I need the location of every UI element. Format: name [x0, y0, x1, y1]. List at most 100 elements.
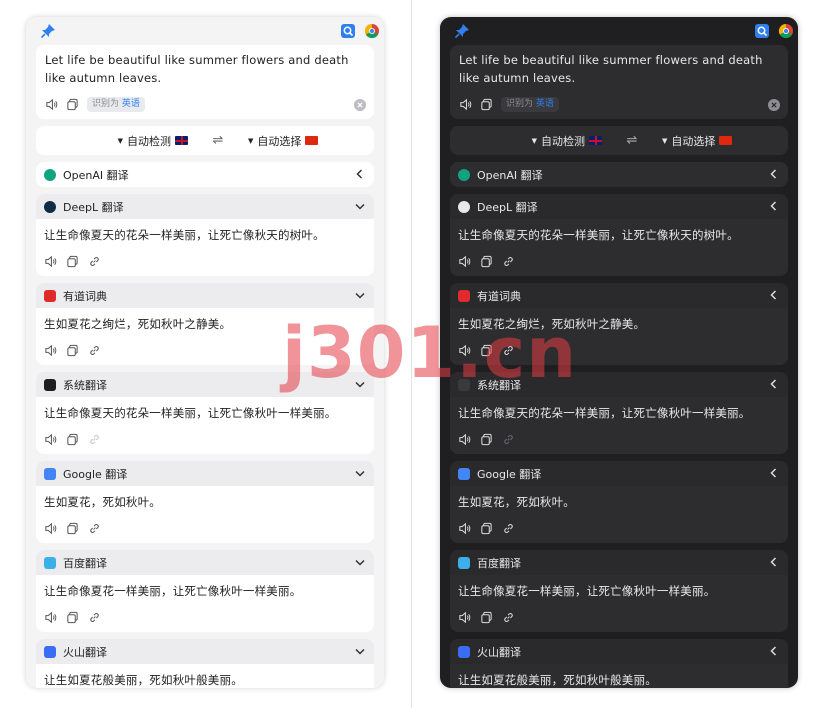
- chevron-left-icon[interactable]: [768, 200, 780, 212]
- caret-down-icon: ▼: [531, 136, 537, 145]
- translator-card-deepl: DeepL 翻译 让生命像夏天的花朵一样美丽，让死亡像秋天的树叶。: [36, 194, 374, 276]
- copy-icon[interactable]: [66, 611, 79, 624]
- translation-result[interactable]: 让生如夏花般美丽，死如秋叶般美丽。: [458, 672, 780, 688]
- translator-header[interactable]: DeepL 翻译: [450, 194, 788, 219]
- detected-language-badge: 识别为 英语: [87, 97, 145, 112]
- speaker-icon[interactable]: [44, 433, 57, 446]
- chevron-down-icon[interactable]: [354, 645, 366, 657]
- copy-icon[interactable]: [480, 522, 493, 535]
- chevron-left-icon[interactable]: [768, 645, 780, 657]
- translation-result[interactable]: 让生命像夏花一样美丽，让死亡像秋叶一样美丽。: [458, 583, 780, 599]
- chevron-left-icon[interactable]: [768, 556, 780, 568]
- clear-input-icon[interactable]: [354, 99, 366, 111]
- source-input-card[interactable]: Let life be beautiful like summer flower…: [36, 45, 374, 119]
- chevron-left-icon[interactable]: [768, 378, 780, 390]
- translator-header[interactable]: 火山翻译: [36, 639, 374, 664]
- link-icon[interactable]: [88, 255, 101, 268]
- copy-icon[interactable]: [480, 611, 493, 624]
- copy-icon[interactable]: [66, 255, 79, 268]
- link-icon[interactable]: [502, 611, 515, 624]
- translator-header[interactable]: 有道词典: [450, 283, 788, 308]
- chevron-down-icon[interactable]: [354, 289, 366, 301]
- openai-logo-icon: [44, 168, 56, 181]
- source-text[interactable]: Let life be beautiful like summer flower…: [459, 51, 779, 87]
- translator-card-baidu: 百度翻译 让生命像夏花一样美丽，让死亡像秋叶一样美丽。: [450, 550, 788, 632]
- translation-result[interactable]: 生如夏花，死如秋叶。: [44, 494, 366, 510]
- chevron-left-icon[interactable]: [768, 289, 780, 301]
- speaker-icon[interactable]: [45, 98, 58, 111]
- translator-header[interactable]: 百度翻译: [450, 550, 788, 575]
- translator-header[interactable]: Google 翻译: [36, 461, 374, 486]
- chrome-icon[interactable]: [364, 23, 380, 39]
- title-bar: [450, 17, 793, 45]
- google-translate-logo-icon: [44, 467, 56, 480]
- speaker-icon[interactable]: [44, 344, 57, 357]
- translator-card-openai: OpenAI 翻译: [36, 162, 374, 187]
- chrome-icon[interactable]: [778, 23, 794, 39]
- link-icon[interactable]: [502, 522, 515, 535]
- translator-header[interactable]: 百度翻译: [36, 550, 374, 575]
- translation-result[interactable]: 让生命像夏天的花朵一样美丽，让死亡像秋天的树叶。: [458, 227, 780, 243]
- link-icon[interactable]: [88, 611, 101, 624]
- translator-header[interactable]: DeepL 翻译: [36, 194, 374, 219]
- translator-header[interactable]: OpenAI 翻译: [450, 162, 788, 187]
- speaker-icon[interactable]: [44, 255, 57, 268]
- link-icon[interactable]: [502, 255, 515, 268]
- translation-result[interactable]: 让生命像夏天的花朵一样美丽，让死亡像秋叶一样美丽。: [44, 405, 366, 421]
- copy-icon[interactable]: [66, 98, 79, 111]
- screenshot-ocr-icon[interactable]: [340, 23, 356, 39]
- pin-icon[interactable]: [40, 23, 56, 39]
- target-language-select[interactable]: ▼ 自动选择: [248, 133, 319, 149]
- clear-input-icon[interactable]: [768, 99, 780, 111]
- speaker-icon[interactable]: [44, 611, 57, 624]
- source-language-select[interactable]: ▼ 自动检测: [36, 133, 188, 149]
- speaker-icon[interactable]: [458, 255, 471, 268]
- translation-result[interactable]: 让生命像夏天的花朵一样美丽，让死亡像秋叶一样美丽。: [458, 405, 780, 421]
- pin-icon[interactable]: [454, 23, 470, 39]
- translation-result[interactable]: 让生如夏花般美丽，死如秋叶般美丽。: [44, 672, 366, 688]
- translator-header[interactable]: OpenAI 翻译: [36, 162, 374, 187]
- detected-language-badge: 识别为 英语: [501, 97, 559, 112]
- translation-result[interactable]: 生如夏花，死如秋叶。: [458, 494, 780, 510]
- translator-card-openai: OpenAI 翻译: [450, 162, 788, 187]
- swap-languages-button[interactable]: ⇌: [619, 133, 645, 148]
- copy-icon[interactable]: [66, 344, 79, 357]
- source-input-card[interactable]: Let life be beautiful like summer flower…: [450, 45, 788, 119]
- chevron-down-icon[interactable]: [354, 556, 366, 568]
- translation-result[interactable]: 让生命像夏天的花朵一样美丽，让死亡像秋天的树叶。: [44, 227, 366, 243]
- youdao-logo-icon: [458, 289, 470, 302]
- speaker-icon[interactable]: [458, 611, 471, 624]
- google-translate-logo-icon: [458, 467, 470, 480]
- speaker-icon[interactable]: [458, 433, 471, 446]
- copy-icon[interactable]: [480, 98, 493, 111]
- caret-down-icon: ▼: [248, 136, 254, 145]
- copy-icon[interactable]: [480, 255, 493, 268]
- source-language-select[interactable]: ▼ 自动检测: [450, 133, 602, 149]
- link-icon[interactable]: [88, 522, 101, 535]
- copy-icon[interactable]: [66, 433, 79, 446]
- uk-flag-icon: [175, 136, 188, 145]
- language-selector-bar: ▼ 自动检测 ⇌ ▼ 自动选择: [36, 126, 374, 155]
- translator-header[interactable]: 有道词典: [36, 283, 374, 308]
- china-flag-icon: [305, 136, 319, 145]
- chevron-down-icon[interactable]: [354, 467, 366, 479]
- copy-icon[interactable]: [480, 433, 493, 446]
- translation-result[interactable]: 让生命像夏花一样美丽，让死亡像秋叶一样美丽。: [44, 583, 366, 599]
- target-language-select[interactable]: ▼ 自动选择: [662, 133, 733, 149]
- link-icon[interactable]: [88, 344, 101, 357]
- source-text[interactable]: Let life be beautiful like summer flower…: [45, 51, 365, 87]
- speaker-icon[interactable]: [458, 522, 471, 535]
- speaker-icon[interactable]: [44, 522, 57, 535]
- link-icon-disabled: [90, 435, 99, 444]
- copy-icon[interactable]: [66, 522, 79, 535]
- deepl-logo-icon: [44, 200, 56, 213]
- swap-languages-button[interactable]: ⇌: [205, 133, 231, 148]
- speaker-icon[interactable]: [459, 98, 472, 111]
- chevron-down-icon[interactable]: [354, 200, 366, 212]
- translator-header[interactable]: Google 翻译: [450, 461, 788, 486]
- screenshot-ocr-icon[interactable]: [754, 23, 770, 39]
- chevron-left-icon[interactable]: [354, 168, 366, 180]
- chevron-left-icon[interactable]: [768, 168, 780, 180]
- chevron-left-icon[interactable]: [768, 467, 780, 479]
- translator-header[interactable]: 火山翻译: [450, 639, 788, 664]
